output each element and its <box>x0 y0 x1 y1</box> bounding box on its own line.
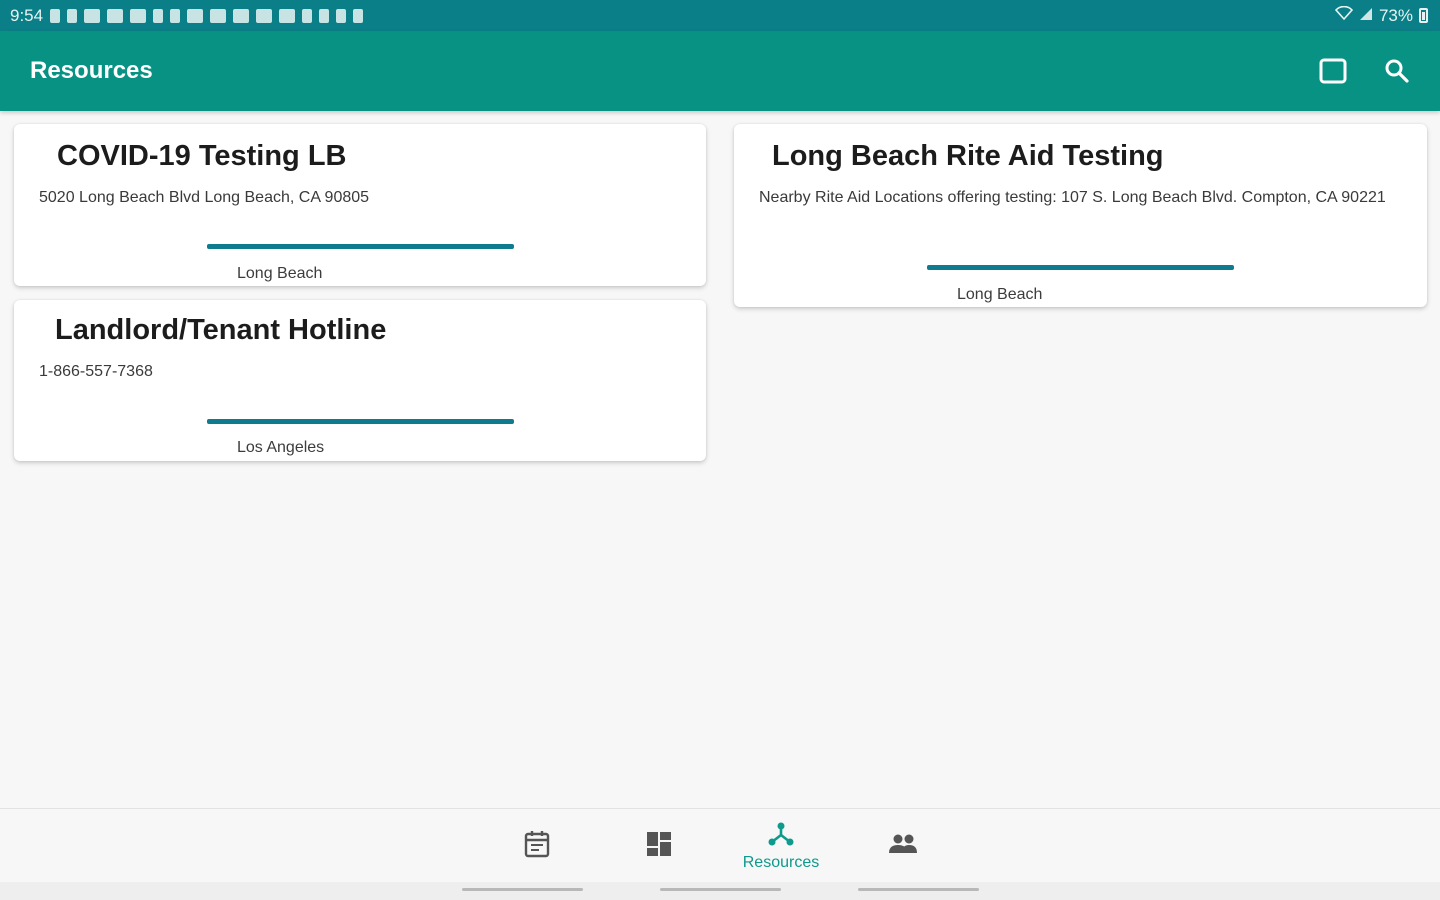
resource-location: Los Angeles <box>237 439 325 456</box>
battery-icon <box>1419 8 1428 23</box>
calendar-icon <box>524 830 550 863</box>
status-bar-left: 9:54 <box>10 5 364 26</box>
resource-card[interactable]: COVID-19 Testing LB 5020 Long Beach Blvd… <box>14 124 706 286</box>
bottom-navigation: Resources <box>0 808 1440 882</box>
notification-icon <box>153 8 164 23</box>
image-notification-icon <box>210 8 227 23</box>
resource-title: COVID-19 Testing LB <box>57 140 347 172</box>
youtube-notification-icon <box>84 8 101 23</box>
shopping-notification-icon <box>302 8 313 23</box>
system-nav-home[interactable] <box>660 888 781 891</box>
resource-location: Long Beach <box>237 265 323 282</box>
notification-icon <box>187 8 204 23</box>
status-bar-right: 73% <box>1334 5 1428 26</box>
nav-item-calendar[interactable] <box>500 809 574 883</box>
resource-description: 5020 Long Beach Blvd Long Beach, CA 9080… <box>39 189 370 206</box>
app-bar: Resources <box>0 31 1440 111</box>
notification-icon <box>233 8 250 23</box>
system-navigation-bar <box>0 882 1440 900</box>
system-nav-back[interactable] <box>858 888 979 891</box>
location-divider <box>207 419 514 424</box>
cloud-notification-icon <box>256 8 273 23</box>
nav-item-people[interactable] <box>866 809 940 883</box>
page-title: Resources <box>30 57 153 84</box>
nav-item-dashboard[interactable] <box>622 809 696 883</box>
status-time: 9:54 <box>10 5 44 25</box>
app-bar-actions <box>1318 56 1412 86</box>
location-notification-icon <box>170 8 181 23</box>
youtube-notification-icon <box>107 8 124 23</box>
square-icon[interactable] <box>1318 56 1348 86</box>
download-notification-icon <box>336 8 347 23</box>
resource-description: Nearby Rite Aid Locations offering testi… <box>759 189 1386 206</box>
resource-title: Landlord/Tenant Hotline <box>55 314 387 346</box>
resource-card[interactable]: Landlord/Tenant Hotline 1-866-557-7368 L… <box>14 300 706 461</box>
check-notification-icon <box>319 8 330 23</box>
people-icon <box>888 833 918 860</box>
clipboard-notification-icon <box>353 8 364 23</box>
resource-title: Long Beach Rite Aid Testing <box>772 140 1164 172</box>
resource-description: 1-866-557-7368 <box>39 363 153 380</box>
search-icon[interactable] <box>1382 56 1412 86</box>
system-nav-recents[interactable] <box>462 888 583 891</box>
notification-icon <box>279 8 296 23</box>
nav-item-resources[interactable]: Resources <box>730 809 832 883</box>
battery-percent: 73% <box>1378 5 1413 25</box>
tiktok-notification-icon <box>50 8 61 23</box>
tiktok-notification-icon <box>67 8 78 23</box>
message-notification-icon <box>130 8 147 23</box>
signal-icon <box>1359 6 1373 26</box>
resource-card[interactable]: Long Beach Rite Aid Testing Nearby Rite … <box>734 124 1427 307</box>
wifi-icon <box>1334 5 1354 25</box>
hub-icon <box>767 821 795 852</box>
resource-location: Long Beach <box>957 286 1043 303</box>
location-divider <box>207 244 514 249</box>
dashboard-icon <box>646 831 672 862</box>
status-bar: 9:54 73% <box>0 0 1440 31</box>
nav-item-label: Resources <box>742 853 820 871</box>
location-divider <box>927 265 1234 270</box>
